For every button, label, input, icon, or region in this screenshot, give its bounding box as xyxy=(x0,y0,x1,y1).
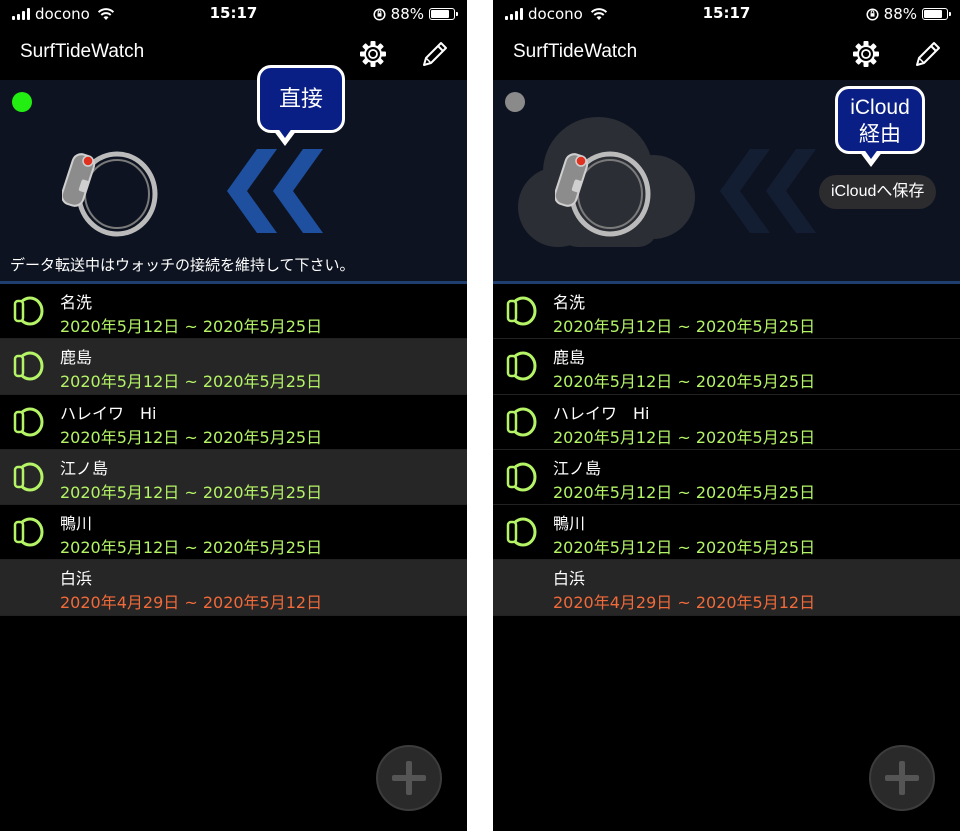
apple-watch-icon xyxy=(62,151,158,237)
spot-name: 鹿島 xyxy=(60,348,93,368)
list-item[interactable]: 白浜 2020年4月29日 ~ 2020年5月12日 xyxy=(0,560,467,616)
date-range: 2020年5月12日 ~ 2020年5月25日 xyxy=(60,317,323,336)
watch-ring-icon xyxy=(13,351,44,381)
list-item[interactable]: 名洗 2020年5月12日 ~ 2020年5月25日 xyxy=(0,284,467,340)
date-range: 2020年5月12日 ~ 2020年5月25日 xyxy=(553,372,816,392)
callout-balloon-direct: 直接 xyxy=(257,65,345,133)
double-chevron-left-icon xyxy=(227,149,323,233)
callout-tail xyxy=(273,127,297,146)
date-range: 2020年5月12日 ~ 2020年5月25日 xyxy=(553,482,816,502)
status-bar: docono 15:17 88% xyxy=(493,0,960,28)
battery-percent: 88% xyxy=(390,5,424,23)
watch-ring-icon xyxy=(506,517,537,547)
app-title: SurfTideWatch xyxy=(513,41,638,62)
spot-name: 江ノ島 xyxy=(60,458,109,478)
connection-status-indicator xyxy=(12,92,32,112)
watch-ring-icon xyxy=(506,462,537,492)
battery-fill xyxy=(431,10,450,18)
list-item[interactable]: 鴨川 2020年5月12日 ~ 2020年5月25日 xyxy=(0,505,467,561)
list-item[interactable]: 名洗 2020年5月12日 ~ 2020年5月25日 xyxy=(493,284,960,340)
callout-text-line1: iCloud xyxy=(850,96,910,119)
save-to-icloud-button[interactable]: iCloudへ保存 xyxy=(819,175,937,209)
callout-balloon-icloud: iCloud 経由 xyxy=(835,86,925,154)
transfer-warning-text: データ転送中はウォッチの接続を維持して下さい。 xyxy=(10,256,355,274)
app-title: SurfTideWatch xyxy=(20,41,145,62)
add-spot-button[interactable] xyxy=(376,745,442,811)
orientation-lock-icon xyxy=(373,7,386,21)
watch-ring-icon xyxy=(13,296,44,326)
double-chevron-left-icon xyxy=(720,149,816,233)
watch-ring-icon xyxy=(13,517,44,547)
phone-screen-direct: docono 15:17 88% SurfTideWatch データ転送中はウォ… xyxy=(0,0,467,831)
watch-ring-icon xyxy=(506,351,537,381)
list-item[interactable]: 江ノ島 2020年5月12日 ~ 2020年5月25日 xyxy=(0,449,467,506)
date-range-expired: 2020年4月29日 ~ 2020年5月12日 xyxy=(60,593,323,613)
list-item[interactable]: 鴨川 2020年5月12日 ~ 2020年5月25日 xyxy=(493,505,960,561)
pencil-icon[interactable] xyxy=(420,39,450,69)
battery-icon xyxy=(429,8,458,20)
orientation-lock-icon xyxy=(866,7,879,21)
date-range-expired: 2020年4月29日 ~ 2020年5月12日 xyxy=(553,593,816,613)
list-item[interactable]: 江ノ島 2020年5月12日 ~ 2020年5月25日 xyxy=(493,450,960,506)
watch-ring-icon xyxy=(13,462,44,492)
spot-name: 名洗 xyxy=(553,293,586,312)
spot-name: 名洗 xyxy=(60,293,93,312)
plus-icon xyxy=(392,761,426,795)
list-item[interactable]: ハレイワ Hi 2020年5月12日 ~ 2020年5月25日 xyxy=(0,395,467,450)
plus-icon xyxy=(885,761,919,795)
spot-name: 鴨川 xyxy=(60,514,93,534)
navigation-bar: SurfTideWatch xyxy=(493,28,960,80)
watch-ring-icon xyxy=(506,296,537,326)
battery-fill xyxy=(924,10,943,18)
transfer-banner: データ転送中はウォッチの接続を維持して下さい。 xyxy=(0,80,467,281)
apple-watch-icon xyxy=(555,151,651,237)
list-item[interactable]: 鹿島 2020年5月12日 ~ 2020年5月25日 xyxy=(493,339,960,395)
watch-ring-icon xyxy=(506,407,537,437)
spot-name: 鹿島 xyxy=(553,348,586,368)
spot-name: 白浜 xyxy=(553,569,586,589)
list-item[interactable]: ハレイワ Hi 2020年5月12日 ~ 2020年5月25日 xyxy=(493,395,960,450)
gear-icon[interactable] xyxy=(358,39,388,69)
list-item[interactable]: 鹿島 2020年5月12日 ~ 2020年5月25日 xyxy=(0,339,467,395)
add-spot-button[interactable] xyxy=(869,745,935,811)
phone-screen-icloud: docono 15:17 88% SurfTideWatch iCloudへ保存… xyxy=(493,0,960,831)
spot-name: 白浜 xyxy=(60,569,93,589)
battery-icon xyxy=(922,8,951,20)
watch-ring-icon xyxy=(13,407,44,437)
spot-name: 鴨川 xyxy=(553,514,586,534)
battery-percent: 88% xyxy=(883,5,917,23)
date-range: 2020年5月12日 ~ 2020年5月25日 xyxy=(60,427,323,447)
date-range: 2020年5月12日 ~ 2020年5月25日 xyxy=(60,372,323,392)
spot-list: 名洗 2020年5月12日 ~ 2020年5月25日 鹿島 2020年5月12日… xyxy=(0,284,467,616)
spot-list: 名洗 2020年5月12日 ~ 2020年5月25日 鹿島 2020年5月12日… xyxy=(493,284,960,616)
navigation-bar: SurfTideWatch xyxy=(0,28,467,80)
callout-tail xyxy=(859,148,883,167)
date-range: 2020年5月12日 ~ 2020年5月25日 xyxy=(60,538,323,558)
date-range: 2020年5月12日 ~ 2020年5月25日 xyxy=(553,538,816,558)
gear-icon[interactable] xyxy=(851,39,881,69)
list-item[interactable]: 白浜 2020年4月29日 ~ 2020年5月12日 xyxy=(493,560,960,616)
callout-text-line2: 経由 xyxy=(859,123,901,146)
status-bar: docono 15:17 88% xyxy=(0,0,467,28)
pencil-icon[interactable] xyxy=(913,39,943,69)
callout-text: 直接 xyxy=(278,86,323,111)
spot-name: 江ノ島 xyxy=(553,458,602,478)
date-range: 2020年5月12日 ~ 2020年5月25日 xyxy=(553,317,816,336)
spot-name: ハレイワ Hi xyxy=(553,403,650,423)
spot-name: ハレイワ Hi xyxy=(60,403,157,423)
date-range: 2020年5月12日 ~ 2020年5月25日 xyxy=(553,427,816,447)
date-range: 2020年5月12日 ~ 2020年5月25日 xyxy=(60,482,323,502)
